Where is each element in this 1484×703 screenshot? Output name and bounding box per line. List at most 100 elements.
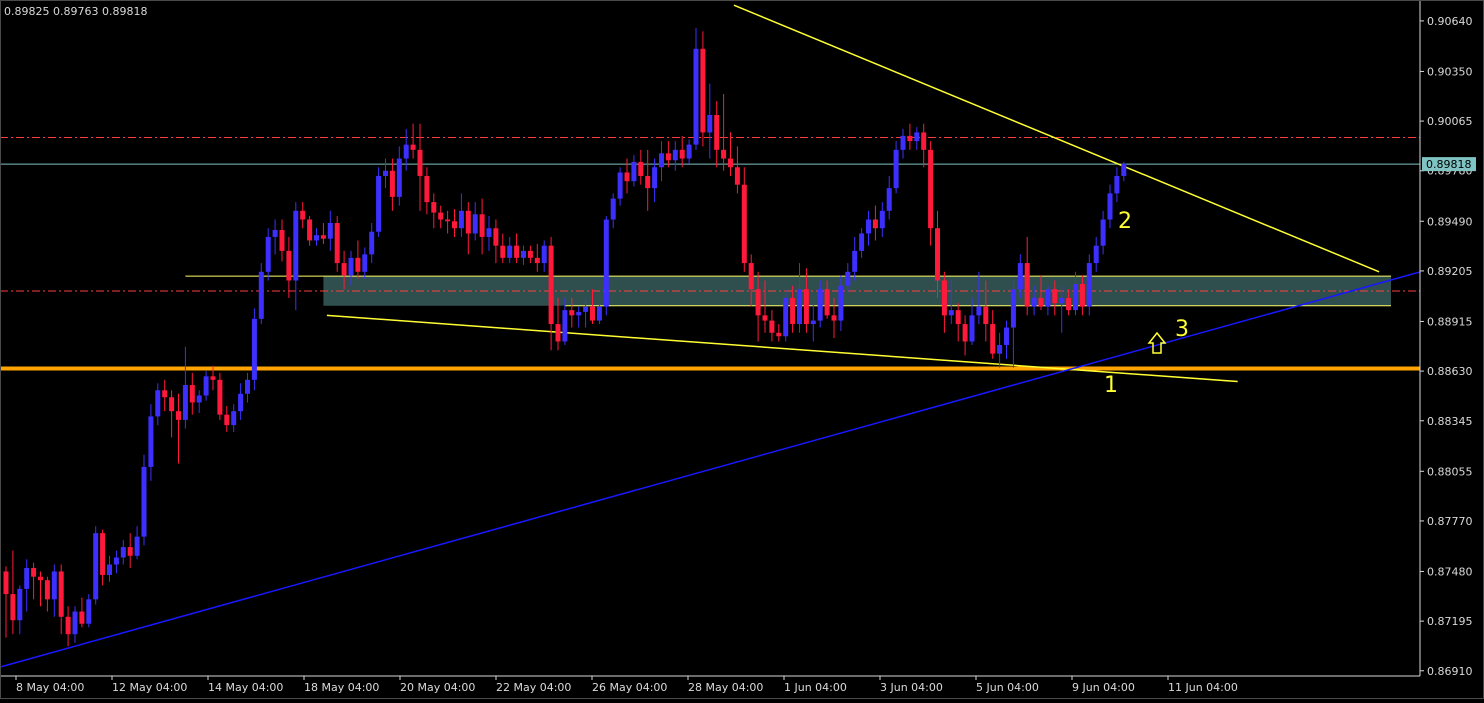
chart-area[interactable]: 0.90640 0.90350 0.90065 0.89780 0.89490 0.892… (0, 0, 1484, 699)
y-tick-label: 0.90350 (1427, 65, 1473, 78)
candle-body (389, 170, 395, 197)
candle (251, 308, 257, 391)
candle-body (245, 379, 250, 394)
candle (189, 372, 195, 415)
candle (182, 346, 188, 429)
x-tick-label: 28 May 04:00 (688, 681, 763, 694)
x-tick-label: 11 Jun 04:00 (1168, 681, 1238, 694)
candle (383, 158, 388, 189)
candle (879, 202, 885, 237)
candle-body (1066, 297, 1072, 311)
candle (1010, 280, 1016, 368)
candle-body (1086, 263, 1092, 307)
candle (1004, 320, 1009, 359)
candle (465, 202, 471, 255)
candle (686, 139, 692, 164)
candle (693, 27, 699, 150)
candle (486, 216, 492, 251)
candle-body (10, 594, 16, 621)
candle-body (1121, 163, 1127, 176)
candle (603, 216, 609, 316)
candle (1121, 162, 1127, 182)
price-chart[interactable]: 0.906400.903500.900650.897800.894900.892… (0, 0, 1484, 699)
candle (631, 155, 637, 187)
candle (445, 210, 451, 234)
candle-body (452, 221, 457, 229)
candle (452, 209, 457, 237)
candle-body (693, 48, 699, 145)
candle (769, 310, 775, 342)
candle (44, 576, 50, 612)
candle (107, 555, 112, 582)
candle-body (355, 257, 361, 272)
candle-body (72, 611, 78, 635)
candle (1045, 285, 1051, 316)
candle-body (217, 379, 223, 415)
candle (38, 571, 43, 607)
candle-body (734, 167, 740, 185)
candle (458, 193, 464, 237)
chart-frame (0, 0, 1484, 699)
price-tag-label: 0.89818 (1426, 158, 1472, 171)
candle (859, 228, 865, 258)
candle (320, 223, 326, 244)
candle (396, 146, 402, 206)
candle (700, 31, 706, 147)
candle-body (38, 576, 43, 581)
candle (72, 606, 78, 643)
candle-body (417, 149, 423, 176)
candle (113, 550, 119, 574)
candle (438, 205, 444, 229)
candle-body (320, 235, 326, 239)
candle-body (590, 306, 595, 321)
candle (900, 128, 906, 159)
candle (272, 219, 278, 255)
candle (1100, 210, 1106, 255)
candle-body (721, 149, 727, 159)
candle (58, 564, 64, 635)
candle (672, 141, 678, 171)
candle (362, 247, 368, 279)
candle-body (514, 245, 520, 258)
candle-body (265, 236, 271, 272)
candle-body (79, 611, 85, 624)
candle-body (341, 263, 347, 276)
candle-body (1010, 289, 1016, 328)
candle-body (831, 315, 837, 321)
candle-body (672, 149, 678, 161)
candle-body (107, 564, 112, 575)
candle (893, 141, 899, 194)
candle (10, 550, 16, 635)
candle-body (272, 229, 278, 237)
candle (176, 393, 181, 464)
candle (265, 228, 271, 281)
x-tick-label: 22 May 04:00 (496, 681, 571, 694)
annotation-label-1: 1 (1104, 373, 1118, 398)
candle-body (376, 175, 382, 232)
candle-body (189, 385, 195, 403)
candle-body (472, 214, 478, 234)
descending-trendline (733, 4, 1380, 273)
candle-body (300, 210, 306, 220)
y-tick-label: 0.88345 (1427, 415, 1473, 428)
candle (921, 123, 927, 168)
candle-body (24, 567, 30, 589)
candle-body (210, 376, 216, 380)
candle-body (969, 315, 975, 342)
candle (424, 167, 430, 215)
candle-body (1045, 289, 1051, 307)
candle (638, 149, 644, 185)
candle (493, 219, 499, 264)
candle-body (1107, 193, 1113, 220)
candle (472, 202, 478, 241)
y-tick-label: 0.88915 (1427, 315, 1473, 328)
candle-body (700, 48, 706, 133)
candle-body (465, 210, 471, 234)
candle-body (645, 175, 651, 189)
candle-body (155, 390, 161, 417)
candle (479, 198, 485, 255)
candle-body (997, 344, 1003, 354)
candle-body (983, 306, 989, 325)
candle-body (141, 466, 147, 537)
candle (369, 223, 375, 264)
